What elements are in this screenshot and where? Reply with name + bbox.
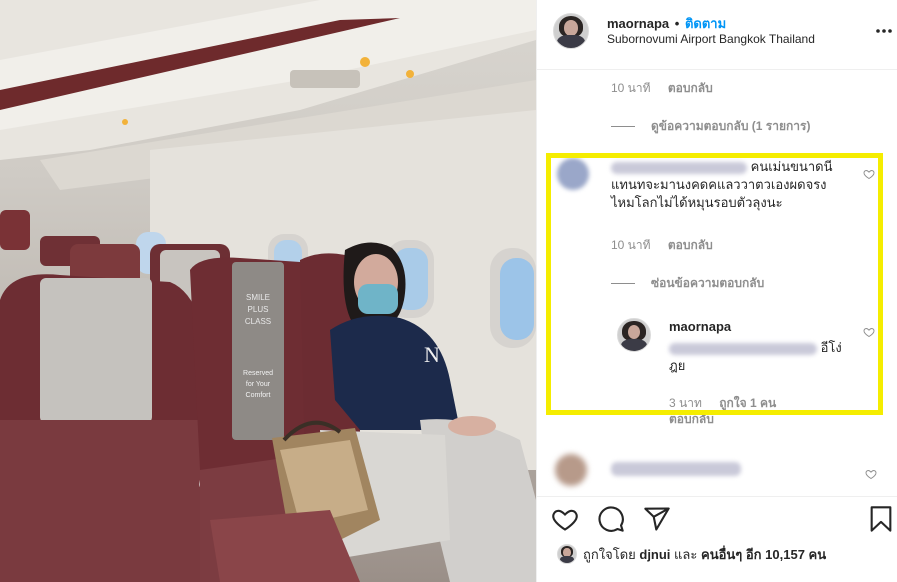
reply-likes[interactable]: ถูกใจ 1 คน	[719, 396, 776, 410]
author-username[interactable]: maornapa	[607, 16, 669, 31]
likes-and: และ	[674, 547, 698, 562]
next-commenter-avatar[interactable]	[555, 454, 587, 486]
comment-2-heart-icon[interactable]	[863, 168, 875, 180]
svg-text:PLUS: PLUS	[248, 305, 269, 314]
svg-text:for Your: for Your	[246, 381, 271, 388]
comment-2-reply-button[interactable]: ตอบกลับ	[668, 238, 713, 252]
post-side-panel: maornapa • ติดตาม Subornovumi Airport Ba…	[536, 0, 897, 582]
likes-prefix: ถูกใจโดย	[583, 547, 636, 562]
comment-2-time: 10 นาที	[611, 238, 651, 252]
liker-username[interactable]: djnui	[639, 547, 670, 562]
comment-1-meta: 10 นาที ตอบกลับ	[611, 79, 727, 98]
reply-reply-row: ตอบกลับ	[669, 410, 728, 429]
post-photo: SMILE PLUS CLASS Reserved for Your Comfo…	[0, 0, 536, 582]
comment-2-line3: ไหมโลกไม่ได้หมุนรอบตัวลุงนะ	[611, 195, 783, 210]
replies-line	[611, 126, 635, 128]
comment-2-meta: 10 นาที ตอบกลับ	[611, 236, 727, 255]
comment-2-line1: คนเม่นขนาดนี	[750, 159, 833, 174]
separator-dot: •	[674, 16, 680, 31]
svg-text:N: N	[424, 342, 440, 367]
bookmark-icon[interactable]	[867, 505, 895, 533]
next-comment-heart-icon[interactable]	[865, 468, 877, 480]
airplane-cabin-photo: SMILE PLUS CLASS Reserved for Your Comfo…	[0, 0, 536, 582]
reply-avatar[interactable]	[617, 318, 651, 352]
liker-avatar[interactable]	[557, 544, 577, 564]
hide-replies-button[interactable]: ซ่อนข้อความตอบกลับ	[611, 274, 764, 293]
follow-button[interactable]: ติดตาม	[685, 16, 726, 31]
blurred-reply-text	[669, 342, 817, 355]
author-line: maornapa • ติดตาม	[607, 13, 726, 34]
share-icon[interactable]	[643, 505, 671, 533]
reply-text: maornapa อีโง่ ฎย	[669, 318, 865, 375]
more-icon[interactable]	[875, 22, 893, 40]
reply-time: 3 นาท	[669, 396, 702, 410]
reply-text-end: อีโง่	[820, 340, 842, 355]
comment-2-text: คนเม่นขนาดนี แทนทจะมานงคดคแลววาตวเองผดจร…	[611, 158, 873, 212]
post-location[interactable]: Subornovumi Airport Bangkok Thailand	[607, 32, 815, 46]
comment-1-reply-button[interactable]: ตอบกลับ	[668, 81, 713, 95]
likes-line: ถูกใจโดย djnui และ คนอื่นๆ อีก 10,157 คน	[583, 544, 826, 565]
heart-icon[interactable]	[551, 505, 579, 533]
reply-text-line2: ฎย	[669, 358, 686, 373]
hide-replies-label: ซ่อนข้อความตอบกลับ	[651, 276, 765, 290]
author-avatar[interactable]	[553, 13, 589, 49]
svg-text:CLASS: CLASS	[245, 317, 271, 326]
replies-line	[611, 283, 635, 285]
commenter-avatar[interactable]	[557, 158, 589, 190]
svg-text:SMILE: SMILE	[246, 293, 270, 302]
reply-reply-button[interactable]: ตอบกลับ	[669, 412, 714, 426]
svg-text:Reserved: Reserved	[243, 370, 273, 377]
comment-icon[interactable]	[597, 505, 625, 533]
blurred-next-comment	[611, 462, 741, 476]
blurred-username	[611, 161, 747, 174]
view-replies-button[interactable]: ดูข้อความตอบกลับ (1 รายการ)	[611, 117, 810, 136]
comment-1-time: 10 นาที	[611, 81, 651, 95]
post-header: maornapa • ติดตาม Subornovumi Airport Ba…	[537, 0, 897, 70]
action-bar	[537, 496, 897, 536]
svg-text:Comfort: Comfort	[246, 392, 271, 399]
view-replies-label: ดูข้อความตอบกลับ (1 รายการ)	[651, 119, 811, 133]
reply-heart-icon[interactable]	[863, 326, 875, 338]
reply-username[interactable]: maornapa	[669, 318, 865, 336]
comment-2-line2: แทนทจะมานงคดคแลววาตวเองผดจรง	[611, 177, 827, 192]
likes-others[interactable]: คนอื่นๆ อีก 10,157 คน	[701, 547, 826, 562]
